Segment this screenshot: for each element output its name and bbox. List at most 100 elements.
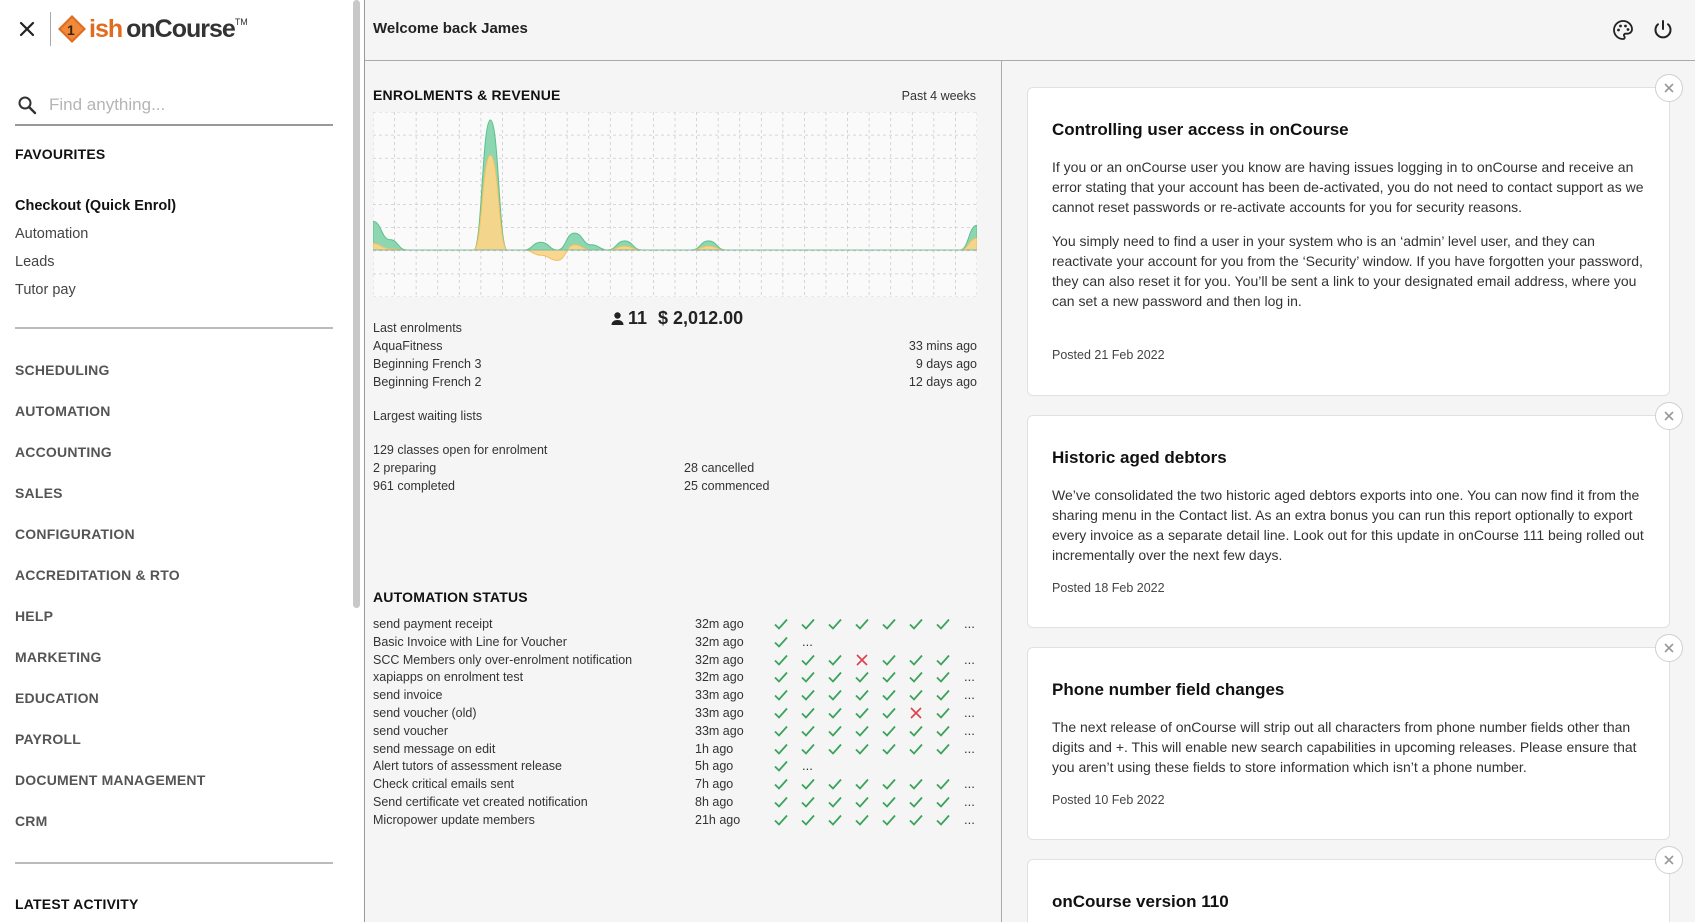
automation-row[interactable]: Send certificate vet created notificatio… <box>373 793 993 811</box>
automation-row[interactable]: Check critical emails sent 7h ago... <box>373 775 993 793</box>
success-check-icon[interactable] <box>827 777 854 791</box>
success-check-icon[interactable] <box>881 777 908 791</box>
automation-row[interactable]: send payment receipt 32m ago... <box>373 615 993 633</box>
automation-row[interactable]: SCC Members only over-enrolment notifica… <box>373 651 993 669</box>
success-check-icon[interactable] <box>881 670 908 684</box>
success-check-icon[interactable] <box>854 617 881 631</box>
more-icon[interactable]: ... <box>964 795 975 809</box>
automation-row[interactable]: Alert tutors of assessment release 5h ago… <box>373 757 993 775</box>
success-check-icon[interactable] <box>827 724 854 738</box>
palette-icon[interactable] <box>1611 18 1635 42</box>
success-check-icon[interactable] <box>935 742 962 756</box>
success-check-icon[interactable] <box>800 617 827 631</box>
category-scheduling[interactable]: SCHEDULING <box>15 358 205 399</box>
more-icon[interactable]: ... <box>964 777 975 791</box>
success-check-icon[interactable] <box>854 688 881 702</box>
success-check-icon[interactable] <box>935 724 962 738</box>
more-icon[interactable]: ... <box>964 706 975 720</box>
close-icon[interactable] <box>1655 846 1683 874</box>
success-check-icon[interactable] <box>854 777 881 791</box>
automation-row[interactable]: Basic Invoice with Line for Voucher 32m a… <box>373 633 993 651</box>
success-check-icon[interactable] <box>854 795 881 809</box>
category-sales[interactable]: SALES <box>15 481 205 522</box>
more-icon[interactable]: ... <box>964 652 975 667</box>
more-icon[interactable]: ... <box>964 617 975 631</box>
success-check-icon[interactable] <box>935 795 962 809</box>
favourite-automation[interactable]: Automation <box>15 224 176 252</box>
success-check-icon[interactable] <box>773 742 800 756</box>
success-check-icon[interactable] <box>773 653 800 667</box>
success-check-icon[interactable] <box>773 706 800 720</box>
more-icon[interactable]: ... <box>964 723 975 738</box>
close-icon[interactable] <box>1655 74 1683 102</box>
success-check-icon[interactable] <box>881 742 908 756</box>
success-check-icon[interactable] <box>908 670 935 684</box>
success-check-icon[interactable] <box>773 635 800 649</box>
success-check-icon[interactable] <box>881 724 908 738</box>
category-education[interactable]: EDUCATION <box>15 686 205 727</box>
favourite-leads[interactable]: Leads <box>15 252 176 280</box>
success-check-icon[interactable] <box>800 777 827 791</box>
success-check-icon[interactable] <box>773 777 800 791</box>
close-icon[interactable] <box>1655 402 1683 430</box>
success-check-icon[interactable] <box>800 813 827 827</box>
success-check-icon[interactable] <box>800 795 827 809</box>
success-check-icon[interactable] <box>773 617 800 631</box>
category-marketing[interactable]: MARKETING <box>15 645 205 686</box>
automation-row[interactable]: xapiapps on enrolment test 32m ago... <box>373 668 993 686</box>
success-check-icon[interactable] <box>800 688 827 702</box>
more-icon[interactable]: ... <box>802 759 813 773</box>
success-check-icon[interactable] <box>935 688 962 702</box>
success-check-icon[interactable] <box>881 706 908 720</box>
success-check-icon[interactable] <box>881 813 908 827</box>
success-check-icon[interactable] <box>800 706 827 720</box>
success-check-icon[interactable] <box>935 706 962 720</box>
failed-cross-icon[interactable] <box>854 653 881 667</box>
success-check-icon[interactable] <box>800 724 827 738</box>
more-icon[interactable]: ... <box>964 741 975 756</box>
category-payroll[interactable]: PAYROLL <box>15 727 205 768</box>
success-check-icon[interactable] <box>935 813 962 827</box>
success-check-icon[interactable] <box>881 653 908 667</box>
category-configuration[interactable]: CONFIGURATION <box>15 522 205 563</box>
automation-row[interactable]: send message on edit 1h ago... <box>373 740 993 758</box>
success-check-icon[interactable] <box>773 688 800 702</box>
success-check-icon[interactable] <box>854 706 881 720</box>
automation-row[interactable]: send voucher 33m ago... <box>373 722 993 740</box>
success-check-icon[interactable] <box>800 742 827 756</box>
success-check-icon[interactable] <box>827 688 854 702</box>
success-check-icon[interactable] <box>908 617 935 631</box>
success-check-icon[interactable] <box>854 670 881 684</box>
automation-row[interactable]: Micropower update members 21h ago... <box>373 811 993 829</box>
sidebar-scrollbar[interactable] <box>353 0 360 608</box>
more-icon[interactable]: ... <box>802 634 813 649</box>
automation-row[interactable]: send voucher (old) 33m ago... <box>373 704 993 722</box>
more-icon[interactable]: ... <box>964 688 975 702</box>
success-check-icon[interactable] <box>935 617 962 631</box>
success-check-icon[interactable] <box>827 617 854 631</box>
success-check-icon[interactable] <box>935 777 962 791</box>
success-check-icon[interactable] <box>773 670 800 684</box>
favourite-tutor-pay[interactable]: Tutor pay <box>15 280 176 308</box>
success-check-icon[interactable] <box>800 670 827 684</box>
enrolment-row[interactable]: Beginning French 3 9 days ago <box>373 355 977 373</box>
success-check-icon[interactable] <box>881 688 908 702</box>
success-check-icon[interactable] <box>908 777 935 791</box>
enrolment-row[interactable]: Beginning French 2 12 days ago <box>373 373 977 391</box>
success-check-icon[interactable] <box>908 813 935 827</box>
automation-row[interactable]: send invoice 33m ago... <box>373 686 993 704</box>
success-check-icon[interactable] <box>773 724 800 738</box>
success-check-icon[interactable] <box>773 759 800 773</box>
category-accounting[interactable]: ACCOUNTING <box>15 440 205 481</box>
category-accreditation[interactable]: ACCREDITATION & RTO <box>15 563 205 604</box>
category-automation[interactable]: AUTOMATION <box>15 399 205 440</box>
close-icon[interactable] <box>17 19 37 39</box>
success-check-icon[interactable] <box>854 724 881 738</box>
success-check-icon[interactable] <box>908 724 935 738</box>
enrolment-row[interactable]: AquaFitness 33 mins ago <box>373 337 977 355</box>
success-check-icon[interactable] <box>935 653 962 667</box>
success-check-icon[interactable] <box>935 670 962 684</box>
success-check-icon[interactable] <box>908 742 935 756</box>
success-check-icon[interactable] <box>854 813 881 827</box>
category-crm[interactable]: CRM <box>15 809 205 850</box>
